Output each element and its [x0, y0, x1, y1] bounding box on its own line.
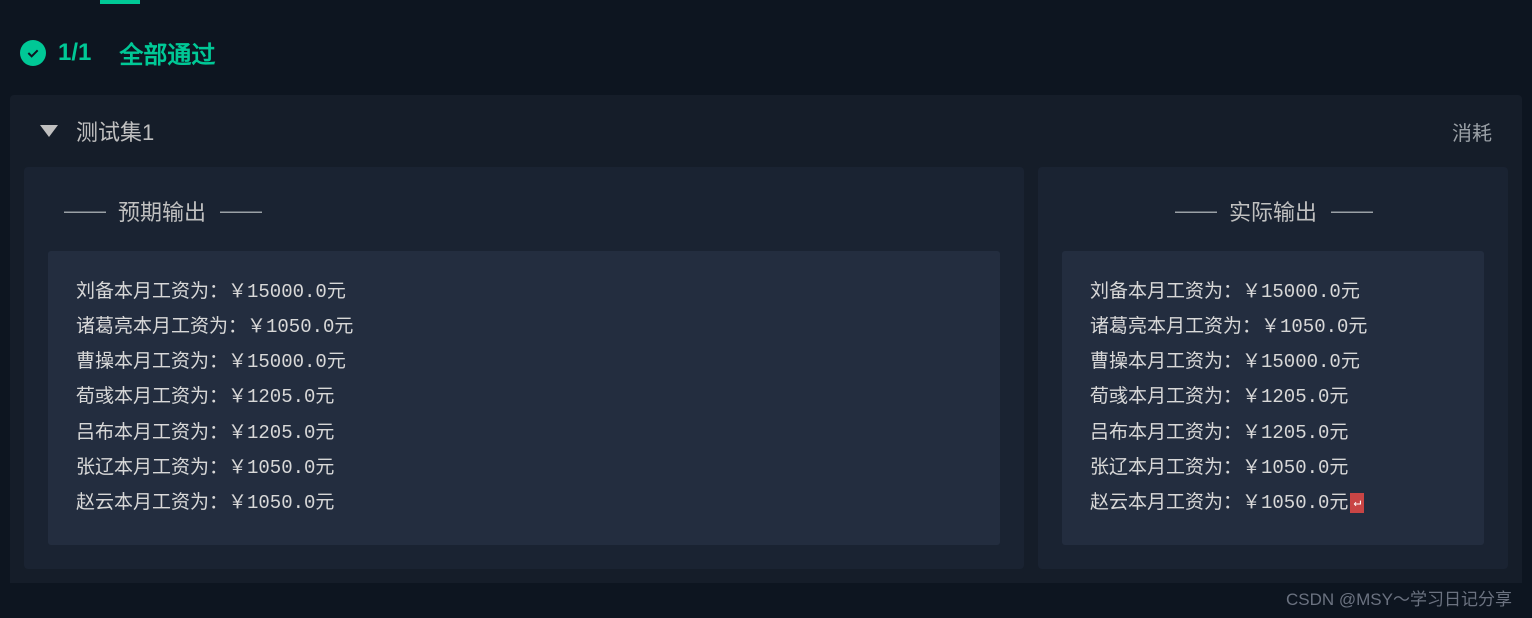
output-line: 张辽本月工资为：￥1050.0元 — [1090, 451, 1456, 486]
output-line: 曹操本月工资为：￥15000.0元 — [1090, 345, 1456, 380]
pass-label: 全部通过 — [119, 35, 215, 70]
pass-count: 1/1 — [58, 39, 91, 67]
actual-label: 实际输出 — [1223, 195, 1323, 227]
expected-panel: —— 预期输出 —— 刘备本月工资为：￥15000.0元诸葛亮本月工资为：￥10… — [24, 167, 1024, 569]
dash-left-icon: —— — [1175, 198, 1215, 224]
output-line: 诸葛亮本月工资为：￥1050.0元 — [1090, 310, 1456, 345]
actual-label-wrap: —— 实际输出 —— — [1038, 167, 1508, 251]
dash-right-icon: —— — [1331, 198, 1371, 224]
status-bar: 1/1 全部通过 — [0, 0, 1532, 95]
output-line: 吕布本月工资为：￥1205.0元 — [1090, 416, 1456, 451]
output-line: 吕布本月工资为：￥1205.0元 — [76, 416, 972, 451]
test-header-left: 测试集1 — [40, 115, 154, 147]
test-title: 测试集1 — [76, 115, 154, 147]
watermark: CSDN @MSY～学习日记分享 — [1286, 585, 1512, 610]
actual-output-box: 刘备本月工资为：￥15000.0元诸葛亮本月工资为：￥1050.0元曹操本月工资… — [1062, 251, 1484, 545]
expected-label-wrap: —— 预期输出 —— — [24, 167, 1024, 251]
dash-left-icon: —— — [64, 198, 104, 224]
output-line: 刘备本月工资为：￥15000.0元 — [1090, 275, 1456, 310]
output-line: 荀彧本月工资为：￥1205.0元 — [76, 380, 972, 415]
output-line: 曹操本月工资为：￥15000.0元 — [76, 345, 972, 380]
test-header[interactable]: 测试集1 消耗 — [10, 95, 1522, 167]
test-consume-label: 消耗 — [1452, 117, 1492, 146]
dash-right-icon: —— — [220, 198, 260, 224]
output-line: 赵云本月工资为：￥1050.0元↵ — [1090, 486, 1456, 521]
caret-down-icon — [40, 125, 58, 137]
output-container: —— 预期输出 —— 刘备本月工资为：￥15000.0元诸葛亮本月工资为：￥10… — [10, 167, 1522, 583]
output-line: 荀彧本月工资为：￥1205.0元 — [1090, 380, 1456, 415]
expected-label: 预期输出 — [112, 195, 212, 227]
test-panel: 测试集1 消耗 —— 预期输出 —— 刘备本月工资为：￥15000.0元诸葛亮本… — [10, 95, 1522, 583]
tab-indicator — [100, 0, 140, 4]
eol-marker-icon: ↵ — [1350, 493, 1364, 513]
actual-panel: —— 实际输出 —— 刘备本月工资为：￥15000.0元诸葛亮本月工资为：￥10… — [1038, 167, 1508, 569]
check-circle-icon — [20, 40, 46, 66]
expected-output-box: 刘备本月工资为：￥15000.0元诸葛亮本月工资为：￥1050.0元曹操本月工资… — [48, 251, 1000, 545]
output-line: 诸葛亮本月工资为：￥1050.0元 — [76, 310, 972, 345]
output-line: 刘备本月工资为：￥15000.0元 — [76, 275, 972, 310]
output-line: 赵云本月工资为：￥1050.0元 — [76, 486, 972, 521]
output-line: 张辽本月工资为：￥1050.0元 — [76, 451, 972, 486]
